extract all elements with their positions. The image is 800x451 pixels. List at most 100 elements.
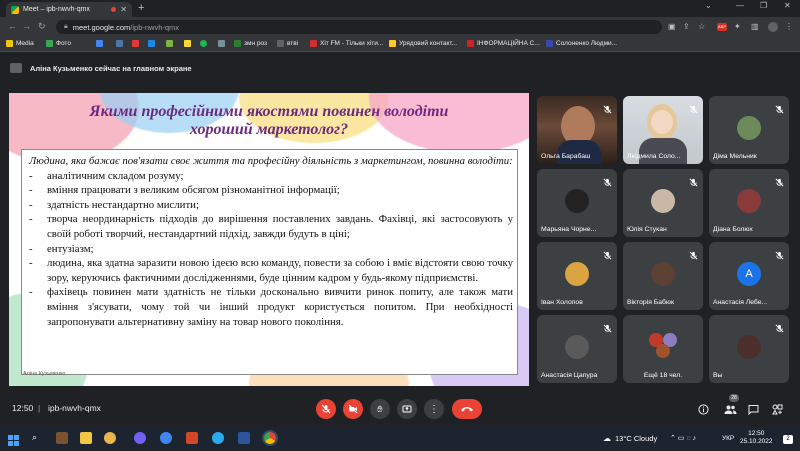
taskbar-app-blue-icon[interactable] bbox=[160, 432, 172, 444]
participant-tile[interactable]: Діма Мельник bbox=[709, 96, 789, 164]
hangup-icon bbox=[461, 407, 473, 412]
bookmark-blue[interactable] bbox=[148, 40, 155, 47]
bookmark-spotify[interactable] bbox=[200, 40, 207, 47]
bookmark-media[interactable]: Media bbox=[6, 40, 34, 47]
activities-button[interactable] bbox=[772, 402, 783, 420]
bookmark-vtvi[interactable]: втві bbox=[277, 40, 298, 47]
bookmark-zmn[interactable]: змн роз bbox=[234, 40, 267, 47]
meeting-code: ipb-nwvh-qmx bbox=[48, 403, 101, 413]
windows-taskbar: ⌕ ☁︎ 13°C Cloudy ⌃ ▭ ◌ ♪ УКР 12:50 25.10… bbox=[0, 427, 800, 450]
new-tab-button[interactable]: + bbox=[138, 2, 144, 14]
word-icon[interactable] bbox=[238, 432, 250, 444]
avatar: А bbox=[737, 262, 761, 286]
system-tray-icons[interactable]: ⌃ ▭ ◌ ♪ bbox=[670, 434, 696, 442]
taskbar-app-icon[interactable] bbox=[104, 432, 116, 444]
meeting-controls-bar: 12:50 | ipb-nwvh-qmx ✋︎ ⋮ 28 bbox=[0, 390, 800, 427]
minimize-icon[interactable]: — bbox=[736, 1, 744, 10]
address-bar[interactable]: 🔒︎ meet.google.com /ipb-nwvh-qmx bbox=[56, 20, 662, 34]
camera-in-use-icon[interactable]: ▣ bbox=[668, 22, 676, 31]
site-icon bbox=[166, 40, 173, 47]
people-button[interactable] bbox=[724, 402, 737, 420]
chrome-icon[interactable] bbox=[262, 430, 278, 446]
forward-icon[interactable]: → bbox=[22, 21, 31, 31]
leave-call-button[interactable] bbox=[452, 399, 482, 419]
raise-hand-button[interactable]: ✋︎ bbox=[370, 399, 390, 419]
participant-tile[interactable]: Анастасія Цапура bbox=[537, 315, 617, 383]
reload-icon[interactable]: ↻ bbox=[38, 21, 46, 32]
camera-toggle-button[interactable] bbox=[343, 399, 363, 419]
spotify-icon bbox=[200, 40, 207, 47]
participant-tile[interactable]: Діана Болюх bbox=[709, 169, 789, 237]
participant-tile[interactable]: А Анастасія Лебе... bbox=[709, 242, 789, 310]
folder-icon bbox=[6, 40, 13, 47]
bookmark-informatsiina[interactable]: ІНФОРМАЦІЙНА С... bbox=[467, 40, 540, 47]
profile-avatar[interactable] bbox=[768, 22, 778, 32]
extensions-icon[interactable]: ✦ bbox=[734, 22, 741, 31]
share-icon[interactable]: ⇪ bbox=[683, 22, 690, 31]
participant-tile[interactable]: Ещё 18 чел. bbox=[623, 315, 703, 383]
input-language[interactable]: УКР bbox=[722, 435, 734, 442]
notifications-badge[interactable]: 2 bbox=[783, 435, 793, 444]
bookmark-label: ІНФОРМАЦІЙНА С... bbox=[477, 40, 540, 47]
more-vert-icon: ⋮ bbox=[429, 403, 439, 415]
site-icon bbox=[467, 40, 474, 47]
meeting-details-button[interactable] bbox=[698, 402, 709, 420]
back-icon[interactable]: ← bbox=[8, 21, 17, 31]
participant-name: Ольга Барабаш bbox=[541, 153, 591, 160]
mic-muted-icon bbox=[603, 320, 612, 333]
participant-tile[interactable]: Людмила Соло... bbox=[623, 96, 703, 164]
powerpoint-icon[interactable] bbox=[186, 432, 198, 444]
start-icon[interactable] bbox=[8, 433, 20, 446]
participant-name: Діана Болюх bbox=[713, 226, 753, 233]
bookmark-gray[interactable] bbox=[218, 40, 225, 47]
browser-tab[interactable]: Meet – ipb-nwvh-qmx ✕ bbox=[6, 2, 132, 17]
cloud-icon: ☁︎ bbox=[603, 434, 611, 443]
present-screen-icon bbox=[402, 405, 412, 413]
tab-title: Meet – ipb-nwvh-qmx bbox=[23, 6, 90, 13]
viber-icon[interactable] bbox=[134, 432, 146, 444]
close-window-icon[interactable]: ✕ bbox=[784, 1, 791, 10]
participant-tile[interactable]: Юлія Стукан bbox=[623, 169, 703, 237]
participant-tile[interactable]: Марьяна Чорне... bbox=[537, 169, 617, 237]
slide-text-box: Людина, яка бажає пов'язати своє життя т… bbox=[21, 149, 518, 375]
participant-tile[interactable]: Вікторія Бабюк bbox=[623, 242, 703, 310]
present-now-button[interactable] bbox=[397, 399, 417, 419]
mic-muted-icon bbox=[775, 320, 784, 333]
search-icon[interactable]: ⌕ bbox=[32, 432, 44, 444]
chat-button[interactable] bbox=[748, 402, 759, 420]
adblock-icon[interactable]: ABP bbox=[717, 23, 727, 31]
taskbar-app-game-icon[interactable] bbox=[56, 432, 68, 444]
google-icon bbox=[96, 40, 103, 47]
side-panel-icon[interactable]: ▥ bbox=[751, 22, 759, 31]
participant-tile[interactable]: Ольга Барабаш bbox=[537, 96, 617, 164]
telegram-icon[interactable] bbox=[212, 432, 224, 444]
taskbar-clock[interactable]: 12:50 25.10.2022 bbox=[740, 430, 773, 446]
close-tab-icon[interactable]: ✕ bbox=[120, 5, 127, 14]
participant-tile[interactable]: Вы bbox=[709, 315, 789, 383]
bookmark-foto[interactable]: Фото bbox=[46, 40, 71, 47]
maximize-icon[interactable]: ❐ bbox=[760, 1, 767, 10]
bookmark-solonenko[interactable]: Солоненко Людми... bbox=[546, 40, 617, 47]
bookmark-star-icon[interactable]: ☆ bbox=[698, 22, 705, 31]
bookmark-vk[interactable] bbox=[116, 40, 123, 47]
people-icon bbox=[724, 405, 737, 414]
bookmark-hitfm[interactable]: Хіт FM - Тільки хіти... bbox=[310, 40, 383, 47]
bookmark-label: Media bbox=[16, 40, 34, 47]
mic-toggle-button[interactable] bbox=[316, 399, 336, 419]
participant-tile[interactable]: Іван Холопов bbox=[537, 242, 617, 310]
site-icon bbox=[132, 40, 139, 47]
site-icon bbox=[184, 40, 191, 47]
bookmark-yellow[interactable] bbox=[184, 40, 191, 47]
menu-icon[interactable]: ⋮ bbox=[785, 22, 793, 31]
more-options-button[interactable]: ⋮ bbox=[424, 399, 444, 419]
participant-name: Людмила Соло... bbox=[627, 153, 681, 160]
bookmark-green[interactable] bbox=[166, 40, 173, 47]
photos-icon bbox=[46, 40, 53, 47]
bookmark-red[interactable] bbox=[132, 40, 139, 47]
tab-search-icon[interactable]: ⌄ bbox=[705, 1, 712, 10]
slide-intro: Людина, яка бажає пов'язати своє життя т… bbox=[29, 155, 513, 167]
bookmark-google[interactable] bbox=[96, 40, 103, 47]
file-explorer-icon[interactable] bbox=[80, 432, 92, 444]
bookmark-uriadovyi[interactable]: Урядовий контакт... bbox=[389, 40, 457, 47]
weather-widget[interactable]: ☁︎ 13°C Cloudy bbox=[603, 434, 657, 443]
